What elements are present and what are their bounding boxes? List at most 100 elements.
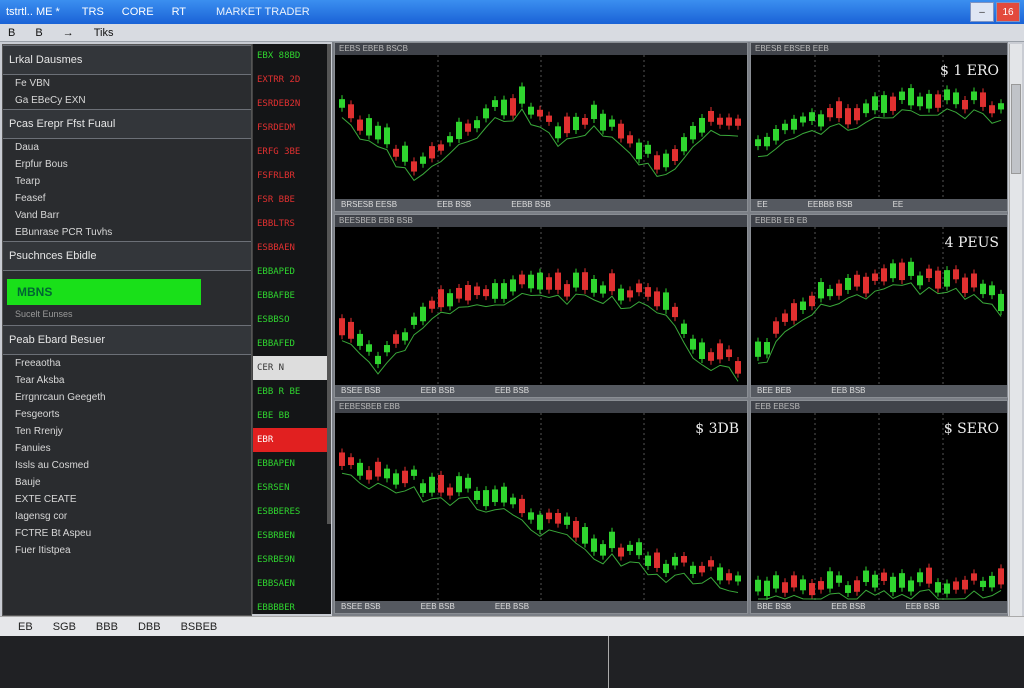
panel-item[interactable]: Fesgeorts [3, 406, 251, 423]
scroll-thumb[interactable] [1011, 84, 1021, 174]
ticker-item[interactable]: FSR BBE [253, 188, 331, 212]
panel-item[interactable]: Fanuies [3, 440, 251, 457]
ticker-item[interactable]: EBB R BE [253, 380, 331, 404]
ticker-item[interactable]: EBBAPED [253, 260, 331, 284]
ticker-item[interactable]: ESBBSO [253, 308, 331, 332]
panel-item[interactable]: Tear Aksba [3, 372, 251, 389]
candle [411, 469, 417, 476]
candle [375, 125, 381, 140]
candle [447, 293, 453, 307]
title-tab[interactable]: CORE [122, 6, 154, 18]
candle [636, 542, 642, 556]
ticker-item[interactable]: FSFRLBR [253, 164, 331, 188]
panel-item[interactable]: EBunrase PCR Tuvhs [3, 224, 251, 241]
panel-item[interactable]: Errgnrcaun Geegeth [3, 389, 251, 406]
chart-panel[interactable]: EEBESBEB EBB $ 3DB BSEE BSB EEB BSB EEB BSB [334, 400, 748, 614]
title-tab[interactable]: TRS [82, 6, 104, 18]
ticker-scrollbar[interactable] [327, 44, 331, 524]
candle [872, 574, 878, 588]
panel-item[interactable]: FCTRE Bt Aspeu [3, 525, 251, 542]
candle [573, 116, 579, 131]
candle [899, 262, 905, 281]
panel-item[interactable]: Fuer Itistpea [3, 542, 251, 559]
panel-item[interactable]: Iagensg cor [3, 508, 251, 525]
panel-item[interactable]: EXTE CEATE [3, 491, 251, 508]
candle [420, 306, 426, 322]
ticker-item[interactable]: ESRDEB2N [253, 92, 331, 116]
candle [519, 86, 525, 104]
candle [645, 555, 651, 566]
candle [510, 279, 516, 292]
candle [809, 295, 815, 307]
menu-item[interactable]: B [35, 27, 42, 39]
panel-item[interactable]: Bauje [3, 474, 251, 491]
menu-item[interactable]: → [63, 27, 74, 39]
chart-time-axis: BEE BEB EEB BSB [751, 385, 1007, 397]
ticker-item[interactable]: ESBBAEN [253, 236, 331, 260]
ticker-item[interactable]: EBBSAEN [253, 572, 331, 596]
candle [980, 92, 986, 107]
panel-item[interactable]: Daua [3, 139, 251, 156]
ticker-item[interactable]: EBBAPEN [253, 452, 331, 476]
panel-item[interactable]: Ga EBeCy EXN [3, 92, 251, 109]
ticker-item[interactable]: ESBRBEN [253, 524, 331, 548]
ticker-item[interactable]: ESBBERES [253, 500, 331, 524]
menu-item[interactable]: B [8, 27, 15, 39]
panel-item[interactable]: Erpfur Bous [3, 156, 251, 173]
ticker-item[interactable]: EXTRR 2D [253, 68, 331, 92]
chart-panel[interactable]: BEESBEB EBB BSB BSEE BSB EEB BSB EEB BSB [334, 214, 748, 398]
candle [366, 118, 372, 136]
candle [384, 127, 390, 145]
candle [726, 117, 732, 126]
ticker-item[interactable]: EBE BB [253, 404, 331, 428]
panel-item[interactable]: Ten Rrenjy [3, 423, 251, 440]
ticker-item[interactable]: EBBAFBE [253, 284, 331, 308]
ticker-item[interactable]: EBX 88BD [253, 44, 331, 68]
panel-item[interactable]: Tearp [3, 173, 251, 190]
time-axis-label: EE [892, 200, 904, 209]
candle [564, 284, 570, 297]
panel-item[interactable]: Freeaotha [3, 355, 251, 372]
candle [339, 318, 345, 336]
ticker-item[interactable]: FSRDEDM [253, 116, 331, 140]
section-header[interactable]: Psuchnces Ebidle [3, 241, 251, 271]
candle [528, 106, 534, 115]
candle [690, 338, 696, 350]
ticker-item[interactable]: EBBAFED [253, 332, 331, 356]
close-button[interactable]: 16 [996, 2, 1020, 22]
panel-item[interactable]: Fe VBN [3, 75, 251, 92]
ticker-item[interactable]: ERFG 3BE [253, 140, 331, 164]
main-scrollbar[interactable] [1009, 44, 1022, 616]
candle [863, 570, 869, 583]
ticker-item[interactable]: ESRBE9N [253, 548, 331, 572]
title-tab[interactable]: RT [172, 6, 186, 18]
chart-panel[interactable]: EBEBB EB EB 4 PEUS BEE BEB EEB BSB [750, 214, 1008, 398]
panel-item[interactable]: Issls au Cosmed [3, 457, 251, 474]
candle [735, 118, 741, 126]
chart-header: EEBESBEB EBB [335, 401, 747, 413]
candlestick-plot [339, 413, 741, 601]
panel-item[interactable]: Feasef [3, 190, 251, 207]
candle [935, 94, 941, 108]
ticker-item[interactable]: EBBLTRS [253, 212, 331, 236]
selected-item-bar[interactable]: MBNS [7, 279, 201, 305]
candle [708, 110, 714, 122]
ticker-item[interactable]: CER N [253, 356, 331, 380]
section-header[interactable]: Peab Ebard Besuer [3, 325, 251, 355]
section-header[interactable]: Pcas Erepr Ffst Fuaul [3, 109, 251, 139]
menu-item[interactable]: Tiks [94, 27, 114, 39]
panel-divider[interactable] [608, 636, 609, 688]
chart-panel[interactable]: EEBS EBEB BSCB BRSESB EESB EEB BSB EEBB BSB [334, 42, 748, 212]
chart-panel[interactable]: EBESB EBSEB EEB $ 1 ERO EE EEBBB BSB EE [750, 42, 1008, 212]
candle [818, 581, 824, 590]
candle [546, 512, 552, 520]
candle [402, 332, 408, 341]
candle [953, 581, 959, 590]
ticker-item[interactable]: ESRSEN [253, 476, 331, 500]
ticker-item[interactable]: EBR [253, 428, 331, 452]
section-header[interactable]: Lrkal Dausmes [3, 45, 251, 75]
chart-panel[interactable]: EEB EBESB $ SERO BBE BSB EEB BSB EEB BSB [750, 400, 1008, 614]
panel-item[interactable]: Vand Barr [3, 207, 251, 224]
candle [339, 452, 345, 466]
minimize-button[interactable]: – [970, 2, 994, 22]
